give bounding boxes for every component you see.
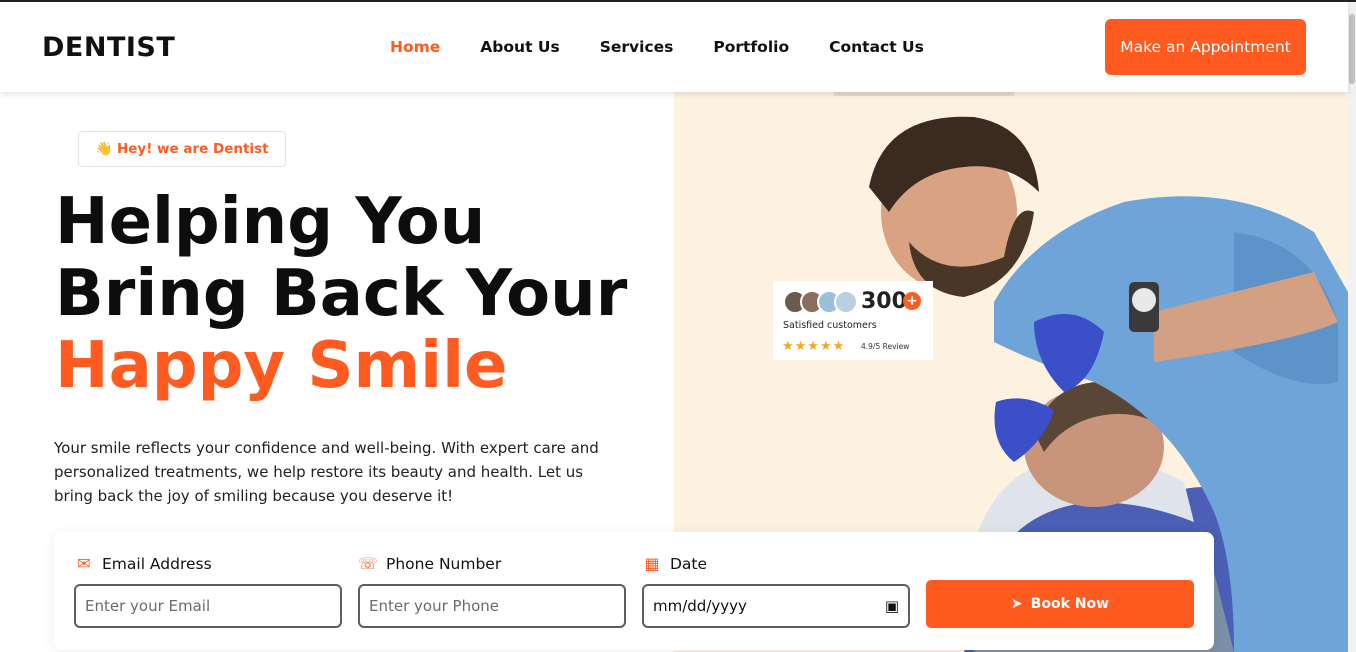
avatar [834, 290, 858, 314]
intro-badge: 👋 Hey! we are Dentist [78, 131, 286, 167]
star-rating-icon: ★★★★★ [782, 339, 846, 354]
phone-input[interactable] [358, 584, 626, 628]
phone-label-text: Phone Number [386, 554, 502, 573]
send-icon: ➤ [1010, 596, 1023, 612]
email-label: ✉ Email Address [74, 554, 212, 573]
book-now-label: Book Now [1030, 596, 1110, 612]
calendar-icon: ▦ [644, 554, 660, 573]
rating-text: 4.9/5 Review [861, 342, 910, 351]
headline-line-2: Bring Back Your [55, 257, 628, 331]
headline-line-1: Helping You [55, 185, 486, 259]
page-scrollbar[interactable] [1348, 2, 1356, 652]
site-header: DENTIST Home About Us Services Portfolio… [0, 2, 1348, 92]
date-input[interactable]: mm/dd/yyyy ▣ [642, 584, 910, 628]
nav-home[interactable]: Home [390, 38, 440, 56]
date-value: mm/dd/yyyy [653, 597, 747, 615]
email-label-text: Email Address [102, 554, 212, 573]
customer-avatars [783, 290, 858, 314]
hero-headline: Helping You Bring Back Your Happy Smile [55, 186, 655, 402]
customer-count: 300 [861, 289, 907, 314]
date-label-text: Date [670, 554, 708, 573]
make-appointment-button[interactable]: Make an Appointment [1105, 19, 1306, 75]
customers-label: Satisfied customers [783, 320, 877, 331]
mail-icon: ✉ [77, 554, 91, 573]
main-nav: Home About Us Services Portfolio Contact… [390, 38, 964, 56]
phone-label: ☏ Phone Number [358, 554, 501, 573]
date-label: ▦ Date [642, 554, 707, 573]
satisfied-customers-card: 300 + Satisfied customers ★★★★★ 4.9/5 Re… [773, 281, 933, 360]
booking-form: ✉ Email Address ☏ Phone Number ▦ Date mm… [54, 532, 1214, 650]
nav-contact-us[interactable]: Contact Us [829, 38, 924, 56]
book-now-button[interactable]: ➤ Book Now [926, 580, 1194, 628]
nav-about-us[interactable]: About Us [480, 38, 559, 56]
site-logo[interactable]: DENTIST [42, 32, 175, 63]
plus-icon: + [903, 292, 921, 310]
hero-description: Your smile reflects your confidence and … [54, 439, 599, 505]
email-input[interactable] [74, 584, 342, 628]
scrollbar-thumb[interactable] [1349, 14, 1355, 84]
headline-accent: Happy Smile [55, 329, 508, 403]
nav-portfolio[interactable]: Portfolio [713, 38, 789, 56]
nav-services[interactable]: Services [600, 38, 674, 56]
calendar-picker-icon[interactable]: ▣ [885, 597, 899, 615]
phone-icon: ☏ [358, 554, 379, 573]
